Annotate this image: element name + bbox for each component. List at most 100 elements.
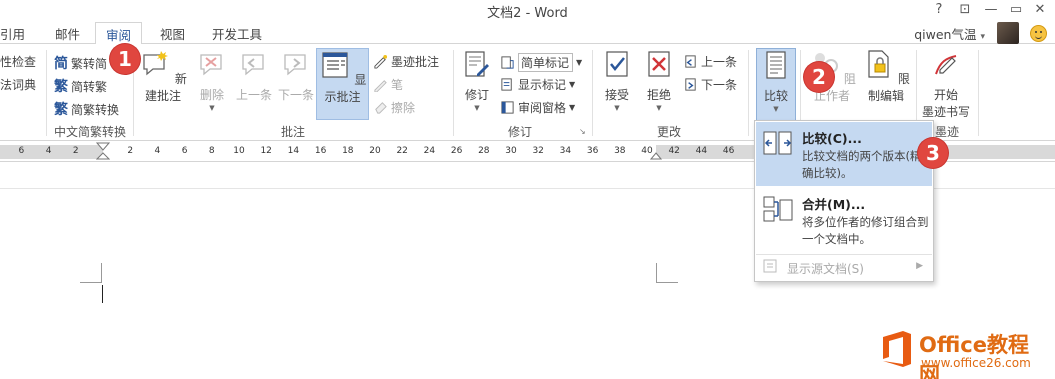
ruler-tick-label: 42	[668, 146, 680, 156]
group-separator	[46, 50, 47, 136]
traditional-to-simplified-button[interactable]: 简繁转简	[54, 53, 107, 73]
compare-icon	[766, 51, 786, 79]
reject-button[interactable]: 拒绝 ▼	[640, 48, 678, 120]
ruler-tick-label: 8	[208, 146, 215, 156]
ruler-tick-label: 32	[532, 146, 544, 156]
restrict-editing-button[interactable]: 限制编辑	[860, 48, 912, 108]
dropdown-caret-icon: ▼	[773, 105, 779, 113]
reject-icon	[648, 51, 670, 77]
markup-mode-dropdown[interactable]: 简单标记 ▼	[500, 53, 582, 72]
delete-comment-icon	[200, 54, 222, 76]
dropdown-caret-icon: ▼	[209, 104, 215, 112]
new-comment-button[interactable]: 新建批注	[136, 48, 190, 108]
show-markup-icon	[501, 78, 512, 91]
dropdown-caret-icon: ▼	[656, 104, 662, 112]
office-logo-icon	[883, 331, 911, 367]
indent-marker-icon[interactable]	[96, 142, 110, 162]
watermark-brand: Office教程网	[919, 333, 1029, 379]
ruler-tick-label: 16	[314, 146, 327, 156]
avatar[interactable]	[997, 22, 1019, 44]
spelling-grammar-button[interactable]: 性检查	[0, 53, 36, 70]
next-comment-button[interactable]: 下一条	[276, 48, 316, 108]
help-button[interactable]: ?	[926, 0, 952, 20]
lock-document-icon	[868, 50, 889, 78]
tab-mailings[interactable]: 邮件	[55, 24, 80, 43]
pen-button[interactable]: 笔	[373, 76, 403, 93]
show-source-documents-menu-item[interactable]: 显示源文档(S)	[787, 260, 864, 277]
ink-comment-icon	[374, 54, 388, 69]
combine-documents-icon	[763, 196, 793, 222]
tab-developer[interactable]: 开发工具	[212, 24, 262, 43]
tab-review[interactable]: 审阅	[95, 22, 143, 45]
maximize-button[interactable]: ▭	[1003, 0, 1029, 20]
ruler-tick-label: 18	[342, 146, 354, 156]
delete-comment-button[interactable]: 删除 ▼	[192, 48, 232, 112]
group-separator	[592, 50, 593, 136]
thesaurus-button[interactable]: 法词典	[0, 76, 36, 93]
show-markup-button[interactable]: 显示标记 ▼	[500, 76, 575, 93]
ruler-tick-label: 2	[127, 146, 134, 156]
trad-simp-icon: 简	[54, 56, 68, 72]
user-name: qiwen气温	[914, 27, 977, 42]
watermark-url: www.office26.com	[921, 356, 1031, 370]
reviewing-pane-button[interactable]: 审阅窗格 ▼	[500, 99, 575, 116]
tab-references[interactable]: 引用	[0, 24, 25, 43]
page-margin-corner-left	[80, 263, 102, 283]
accept-button[interactable]: 接受 ▼	[598, 48, 636, 120]
ink-comment-button[interactable]: 墨迹批注	[373, 53, 439, 70]
next-change-button[interactable]: 下一条	[683, 76, 737, 93]
simp-trad-icon: 繁	[54, 79, 68, 95]
compare-dropdown-menu: 比较(C)... 比较文档的两个版本(精确比较)。 合并(M)... 将多位作者…	[754, 120, 934, 282]
new-comment-icon	[143, 51, 169, 76]
group-separator	[978, 50, 979, 136]
ruler-tick-label: 36	[586, 146, 599, 156]
tracking-options-launcher-icon[interactable]: ↘	[579, 127, 586, 136]
user-account[interactable]: qiwen气温 ▾	[914, 24, 985, 43]
previous-comment-button[interactable]: 上一条	[234, 48, 274, 108]
inking-pen-icon	[935, 55, 957, 75]
show-source-icon	[763, 259, 777, 273]
start-inking-button[interactable]: 开始 墨迹书写	[920, 48, 972, 120]
previous-change-button[interactable]: 上一条	[683, 53, 737, 70]
account-caret-icon: ▾	[980, 32, 985, 42]
watermark: Office教程网 www.office26.com	[877, 325, 1047, 379]
pen-icon	[374, 80, 387, 92]
group-label-tracking: 修订	[507, 125, 532, 139]
show-comments-button[interactable]: 显示批注	[316, 48, 369, 120]
track-changes-button[interactable]: 修订 ▼	[458, 48, 496, 120]
dropdown-caret-icon: ▼	[474, 104, 480, 112]
markup-mode-icon	[501, 56, 514, 69]
dropdown-caret-icon: ▼	[576, 58, 583, 67]
chinese-conversion-button[interactable]: 繁简繁转换	[54, 99, 119, 119]
feedback-smiley-icon[interactable]	[1030, 25, 1047, 42]
tab-view[interactable]: 视图	[160, 24, 185, 43]
ruler-tick-label: 4	[154, 146, 161, 156]
text-cursor	[102, 285, 103, 303]
ruler-tick-label: 28	[478, 146, 490, 156]
next-comment-icon	[284, 54, 306, 76]
dropdown-caret-icon: ▼	[569, 103, 576, 112]
ruler-tick-label: 12	[260, 146, 272, 156]
dropdown-caret-icon: ▼	[614, 104, 620, 112]
ruler-tick-label: 10	[233, 146, 245, 156]
ruler-tick-label: 44	[695, 146, 708, 156]
right-indent-marker-icon[interactable]	[650, 152, 662, 161]
close-button[interactable]: ✕	[1027, 0, 1053, 20]
minimize-button[interactable]: —	[978, 0, 1004, 20]
ruler-tick-label: 26	[450, 146, 463, 156]
combine-documents-menu-item[interactable]: 合并(M)... 将多位作者的修订组合到一个文档中。	[756, 188, 932, 252]
ribbon-tab-bar: 引用 邮件 审阅 视图 开发工具 qiwen气温 ▾	[0, 20, 1055, 45]
compare-documents-menu-item[interactable]: 比较(C)... 比较文档的两个版本(精确比较)。	[756, 122, 932, 186]
simplified-to-traditional-button[interactable]: 繁简转繁	[54, 76, 107, 96]
compare-button[interactable]: 比较 ▼	[756, 48, 796, 124]
ruler-tick-label: 46	[722, 146, 735, 156]
ruler-tick-label: 34	[559, 146, 572, 156]
ruler-tick-label: 6	[181, 146, 188, 156]
ruler-tick-label: 4	[45, 146, 52, 156]
ruler-tick-label: 2	[72, 146, 79, 156]
eraser-button[interactable]: 擦除	[373, 99, 415, 116]
show-comments-icon	[321, 52, 348, 78]
ribbon-display-options-button[interactable]: ⊡	[952, 0, 978, 20]
group-label-changes: 更改	[656, 125, 681, 139]
step-marker-2: 2	[804, 62, 834, 92]
